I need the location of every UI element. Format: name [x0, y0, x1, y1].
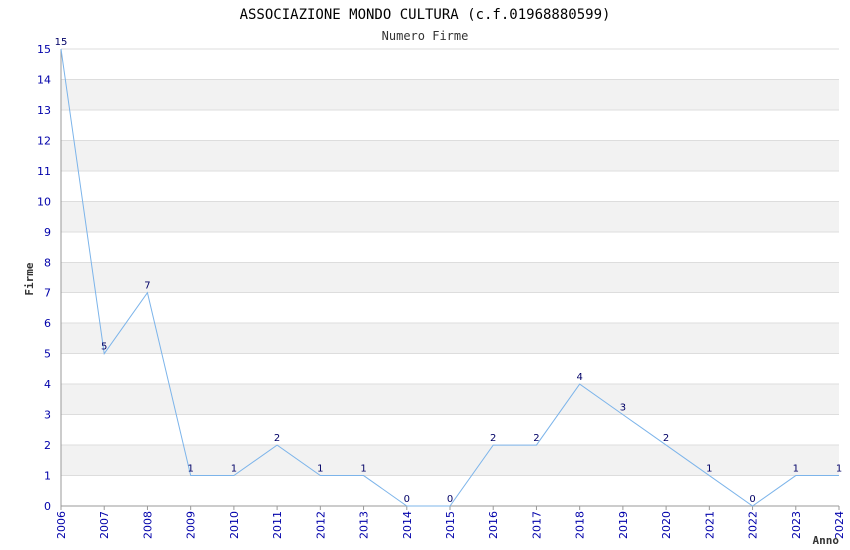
- data-label: 2: [663, 433, 669, 444]
- x-tick-label: 2023: [790, 511, 803, 539]
- y-tick-label: 3: [44, 409, 51, 422]
- data-label: 15: [55, 37, 68, 48]
- line-chart: 0123456789101112131415 2006 2007 2008 2009 2…: [23, 7, 846, 547]
- x-axis-label: Anno: [813, 534, 840, 547]
- y-tick-label: 8: [44, 256, 51, 269]
- x-tick-label: 2006: [55, 511, 68, 539]
- data-label: 0: [749, 494, 755, 505]
- background-bands: [61, 79, 839, 476]
- data-label: 1: [187, 464, 193, 475]
- background-band: [61, 384, 839, 415]
- data-label: 2: [490, 433, 496, 444]
- data-label: 3: [620, 403, 626, 414]
- x-tick-label: 2013: [358, 511, 371, 539]
- data-label: 0: [404, 494, 410, 505]
- chart-title: ASSOCIAZIONE MONDO CULTURA (c.f.01968880…: [240, 7, 611, 23]
- x-tick-label: 2017: [530, 511, 543, 539]
- x-tick-label: 2014: [401, 511, 414, 539]
- y-tick-label: 12: [37, 134, 51, 147]
- data-label: 1: [706, 464, 712, 475]
- x-tick-label: 2022: [747, 511, 760, 539]
- x-tick-label: 2010: [228, 511, 241, 539]
- x-tick-label: 2011: [271, 511, 284, 539]
- background-band: [61, 79, 839, 110]
- x-tick-label: 2021: [703, 511, 716, 539]
- data-label: 1: [793, 464, 799, 475]
- data-label: 1: [836, 464, 842, 475]
- y-tick-label: 2: [44, 439, 51, 452]
- data-label: 1: [317, 464, 323, 475]
- x-tick-label: 2015: [444, 511, 457, 539]
- data-label: 5: [101, 342, 107, 353]
- background-band: [61, 445, 839, 476]
- background-band: [61, 201, 839, 232]
- x-tick-label: 2018: [574, 511, 587, 539]
- data-label: 4: [576, 372, 582, 383]
- y-axis-label: Firme: [23, 262, 36, 295]
- chart-subtitle: Numero Firme: [382, 29, 469, 43]
- y-tick-label: 7: [44, 287, 51, 300]
- x-tick-label: 2019: [617, 511, 630, 539]
- y-tick-label: 14: [37, 73, 51, 86]
- x-tick-label: 2009: [185, 511, 198, 539]
- y-tick-label: 13: [37, 104, 51, 117]
- y-tick-label: 0: [44, 500, 51, 513]
- y-tick-label: 1: [44, 470, 51, 483]
- x-tick-label: 2020: [660, 511, 673, 539]
- data-label: 0: [447, 494, 453, 505]
- y-tick-label: 4: [44, 378, 51, 391]
- x-tick-labels: 2006 2007 2008 2009 2010 2011 2012 2013 2014 2015…: [55, 511, 846, 539]
- data-label: 2: [533, 433, 539, 444]
- y-tick-label: 5: [44, 348, 51, 361]
- x-tick-label: 2007: [98, 511, 111, 539]
- background-band: [61, 140, 839, 171]
- background-band: [61, 262, 839, 293]
- x-tick-label: 2016: [487, 511, 500, 539]
- y-tick-label: 6: [44, 317, 51, 330]
- data-label: 1: [231, 464, 237, 475]
- y-tick-label: 11: [37, 165, 51, 178]
- x-tick-label: 2008: [141, 511, 154, 539]
- y-tick-labels: 0123456789101112131415: [37, 43, 51, 513]
- background-band: [61, 323, 839, 354]
- x-tick-label: 2012: [314, 511, 327, 539]
- y-tick-label: 9: [44, 226, 51, 239]
- y-tick-label: 10: [37, 195, 51, 208]
- y-tick-label: 15: [37, 43, 51, 56]
- data-label: 2: [274, 433, 280, 444]
- data-label: 1: [360, 464, 366, 475]
- data-label: 7: [144, 281, 150, 292]
